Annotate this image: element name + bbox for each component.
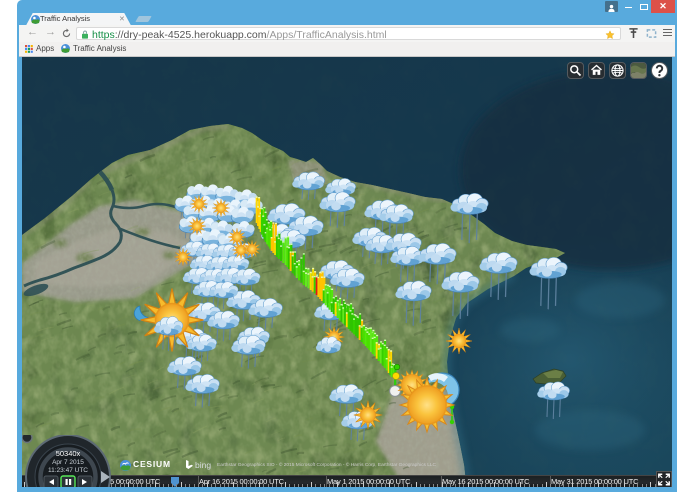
- svg-text:Apr 7 2015: Apr 7 2015: [52, 459, 84, 466]
- svg-text:50340x: 50340x: [56, 449, 81, 458]
- svg-text:11:23:47 UTC: 11:23:47 UTC: [48, 467, 88, 474]
